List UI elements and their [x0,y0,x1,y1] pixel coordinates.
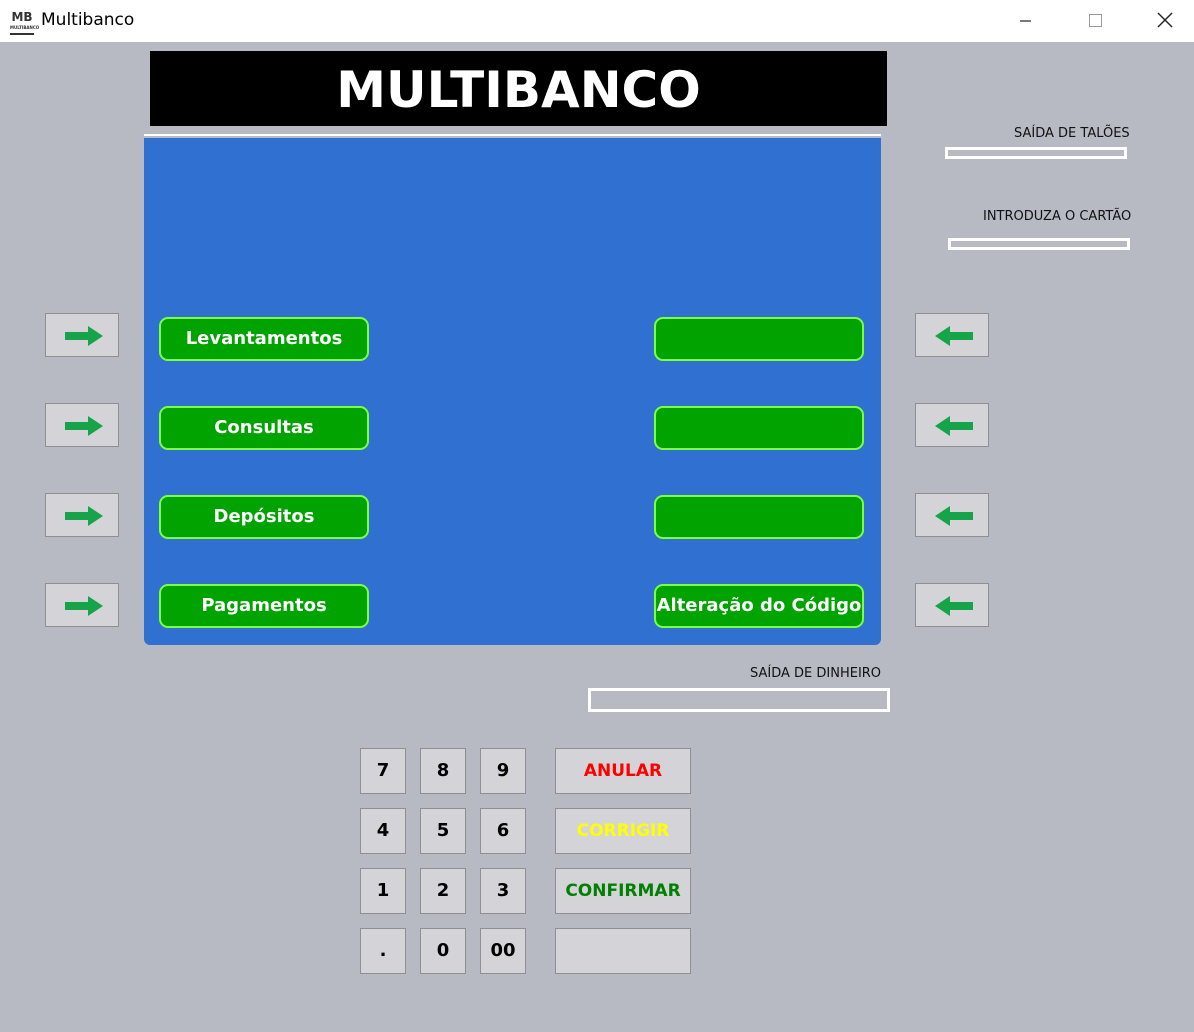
menu-button-levantamentos[interactable]: Levantamentos [159,317,369,361]
arrow-left-icon [935,596,973,616]
menu-button-depositos[interactable]: Depósitos [159,495,369,539]
maximize-icon [1089,14,1102,27]
card-slot[interactable] [948,238,1130,250]
atm-screen [144,138,881,645]
menu-button-right-3[interactable] [654,495,864,539]
minimize-icon [1020,20,1031,22]
correct-button[interactable]: CORRIGIR [555,808,691,854]
side-button-left-2[interactable] [45,403,119,447]
arrow-right-icon [65,326,103,346]
side-button-right-4[interactable] [915,583,989,627]
side-button-right-2[interactable] [915,403,989,447]
side-button-left-1[interactable] [45,313,119,357]
key-6[interactable]: 6 [480,808,526,854]
window-title: Multibanco [41,10,135,30]
cash-slot [588,688,890,712]
key-8[interactable]: 8 [420,748,466,794]
minimize-button[interactable] [1002,6,1048,36]
side-button-left-4[interactable] [45,583,119,627]
key-0[interactable]: 0 [420,928,466,974]
side-button-right-1[interactable] [915,313,989,357]
side-button-left-3[interactable] [45,493,119,537]
arrow-left-icon [935,506,973,526]
key-9[interactable]: 9 [480,748,526,794]
blank-function-button[interactable] [555,928,691,974]
close-icon [1157,12,1173,28]
arrow-left-icon [935,326,973,346]
cash-slot-label: SAÍDA DE DINHEIRO [750,666,882,681]
side-button-right-3[interactable] [915,493,989,537]
receipt-slot [945,147,1127,159]
multibanco-logo-icon: MB MULTIBANCO [10,9,40,35]
close-button[interactable] [1142,6,1188,36]
arrow-right-icon [65,596,103,616]
menu-button-right-1[interactable] [654,317,864,361]
confirm-button[interactable]: CONFIRMAR [555,868,691,914]
key-dot[interactable]: . [360,928,406,974]
multibanco-banner: MULTIBANCO [150,51,887,126]
app-icon-text: MB [11,10,33,24]
key-00[interactable]: 00 [480,928,526,974]
arrow-right-icon [65,416,103,436]
key-4[interactable]: 4 [360,808,406,854]
receipt-slot-label: SAÍDA DE TALÕES [1014,126,1130,141]
cancel-button[interactable]: ANULAR [555,748,691,794]
maximize-button[interactable] [1072,6,1118,36]
key-3[interactable]: 3 [480,868,526,914]
screen-top-divider [144,134,881,136]
key-1[interactable]: 1 [360,868,406,914]
app-icon-subtext: MULTIBANCO [10,25,40,30]
key-2[interactable]: 2 [420,868,466,914]
key-7[interactable]: 7 [360,748,406,794]
card-slot-label: INTRODUZA O CARTÃO [983,209,1132,224]
menu-button-pagamentos[interactable]: Pagamentos [159,584,369,628]
key-5[interactable]: 5 [420,808,466,854]
title-bar: MB MULTIBANCO Multibanco [0,0,1194,42]
menu-button-alteracao-codigo[interactable]: Alteração do Código [654,584,864,628]
arrow-left-icon [935,416,973,436]
arrow-right-icon [65,506,103,526]
menu-button-right-2[interactable] [654,406,864,450]
menu-button-consultas[interactable]: Consultas [159,406,369,450]
